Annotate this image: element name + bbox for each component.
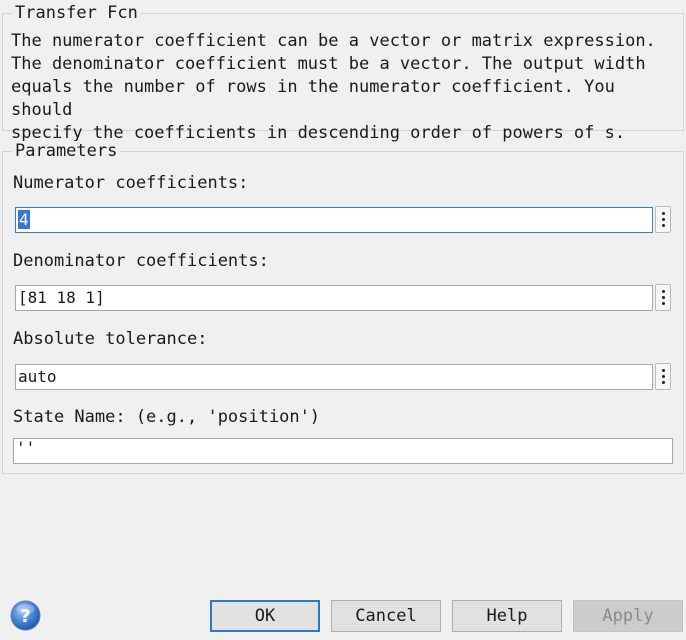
block-title: Transfer Fcn (12, 3, 141, 23)
numerator-input[interactable]: 4 (15, 207, 653, 233)
tolerance-input[interactable]: auto (15, 364, 653, 390)
denominator-more-options-icon[interactable] (655, 284, 671, 311)
tolerance-label: Absolute tolerance: (13, 329, 208, 349)
state-name-label: State Name: (e.g., 'position') (13, 407, 321, 427)
help-question-icon[interactable]: ? (10, 600, 41, 631)
state-name-input[interactable]: '' (13, 438, 673, 464)
numerator-value: 4 (18, 210, 30, 229)
ok-button[interactable]: OK (210, 600, 320, 632)
apply-button[interactable]: Apply (573, 600, 683, 632)
block-description: The numerator coefficient can be a vecto… (11, 31, 656, 143)
tolerance-more-options-icon[interactable] (655, 363, 671, 390)
svg-text:?: ? (20, 606, 30, 627)
cancel-button[interactable]: Cancel (331, 600, 441, 632)
numerator-label: Numerator coefficients: (13, 173, 249, 193)
denominator-input[interactable]: [81 18 1] (15, 285, 653, 311)
denominator-label: Denominator coefficients: (13, 251, 269, 271)
help-button[interactable]: Help (452, 600, 562, 632)
numerator-more-options-icon[interactable] (655, 206, 671, 233)
parameters-title: Parameters (12, 141, 121, 161)
